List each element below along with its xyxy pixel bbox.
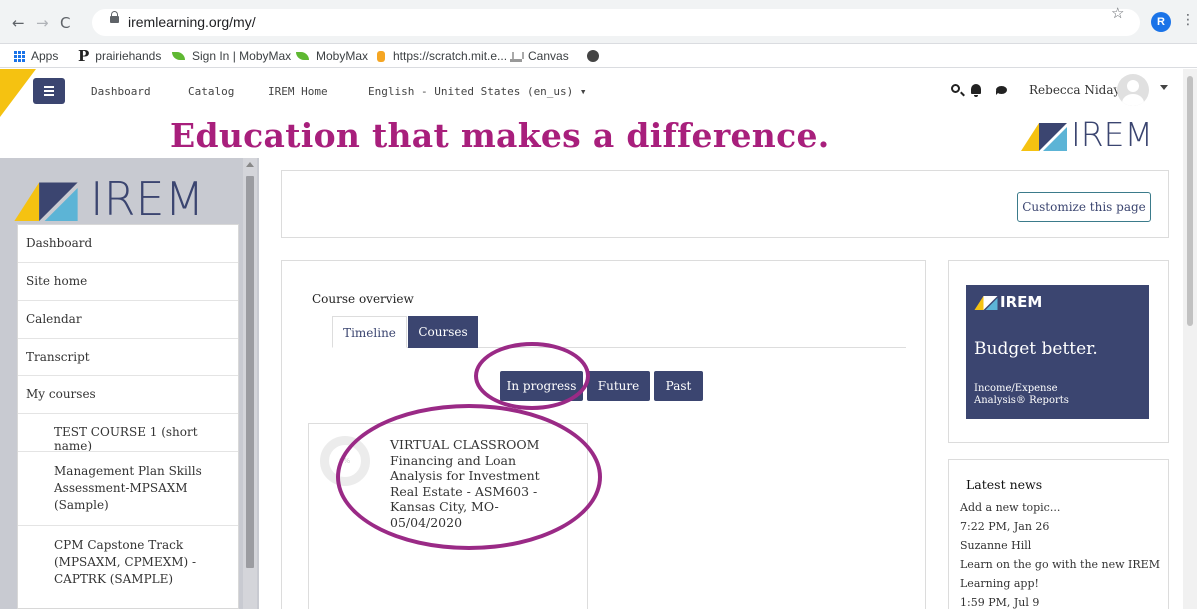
ad-subtext-line: Analysis® Reports [974,395,1069,406]
bookmark-star-icon[interactable]: ☆ [1111,4,1124,22]
news-author: Suzanne Hill [960,539,1032,552]
bookmark-label: MobyMax [316,49,369,63]
language-dropdown[interactable]: English - United States (en_us) ▾ [368,85,587,98]
irem-logo-mark-icon [14,182,78,221]
ad-headline: Budget better. [974,339,1098,359]
arrow-right-icon[interactable]: → [36,14,49,32]
page-scroll-thumb[interactable] [1187,76,1193,326]
logo-wordmark: IREM [90,172,205,226]
drawer-course-label: Management Plan Skills [54,464,202,478]
browser-toolbar: ← → C iremlearning.org/my/ ☆ R ⋮ [0,0,1197,44]
user-avatar[interactable] [1117,74,1149,106]
bookmark-mobymax[interactable]: MobyMax [296,49,368,63]
drawer-course-label: CAPTRK (SAMPLE) [54,572,174,586]
add-topic-link[interactable]: Add a new topic... [960,501,1060,514]
drawer-item-label: Dashboard [26,236,93,250]
prairiehands-icon: P [78,47,90,65]
bookmark-canvas[interactable]: Canvas [510,49,569,63]
news-timestamp: 1:59 PM, Jul 9 [960,596,1040,609]
nav-dashboard[interactable]: Dashboard [91,85,151,98]
bookmark-prairiehands[interactable]: P prairiehands [78,47,162,65]
drawer-item-label: My courses [26,387,96,401]
news-headline-link[interactable]: Learn on the go with the new IREM [960,558,1160,571]
user-name[interactable]: Rebecca Niday [1029,83,1120,97]
bookmark-label: Canvas [528,49,569,63]
drawer-item-course[interactable]: TEST COURSE 1 (short name) [18,413,238,453]
chevron-down-icon[interactable] [1160,85,1168,90]
latest-news-title: Latest news [966,477,1043,492]
decorative-corner [0,69,36,117]
bookmark-label: Apps [31,49,59,63]
scroll-up-arrow-icon[interactable] [246,162,254,167]
nav-catalog[interactable]: Catalog [188,85,234,98]
drawer-course-label: Assessment-MPSAXM [54,481,188,495]
globe-icon [587,50,599,62]
chat-icon[interactable] [996,86,1007,95]
tab-courses[interactable]: Courses [408,316,478,348]
banner-tagline: Education that makes a difference. [170,116,830,155]
ad-irem-logo: IREM [974,294,1042,310]
drawer-item-course[interactable]: CPM Capstone Track (MPSAXM, CPMEXM) - CA… [18,525,238,609]
bookmark-label: prairiehands [95,49,162,63]
bookmarks-bar: Apps P prairiehands Sign In | MobyMax Mo… [0,44,1197,68]
news-headline-link[interactable]: Learning app! [960,577,1039,590]
bookmark-apps[interactable]: Apps [14,49,58,63]
drawer-course-label: TEST COURSE 1 (short name) [54,425,198,453]
site-navbar: Dashboard Catalog IREM Home English - Un… [0,69,1197,113]
apps-grid-icon [14,50,25,62]
address-bar[interactable]: iremlearning.org/my/ [92,9,1140,36]
browser-menu-icon[interactable]: ⋮ [1181,12,1195,28]
irem-logo-mark-icon [974,296,998,310]
bell-icon[interactable] [971,84,981,97]
drawer-item-label: Calendar [26,312,82,326]
arrow-left-icon[interactable]: ← [12,14,25,32]
drawer-irem-logo[interactable]: IREM [8,176,204,222]
drawer-item-calendar[interactable]: Calendar [18,300,238,338]
mobymax-leaf-icon [172,52,185,60]
nav-irem-home[interactable]: IREM Home [268,85,328,98]
drawer-course-label: CPM Capstone Track [54,538,184,552]
drawer-item-my-courses[interactable]: My courses [18,375,238,413]
filter-future-button[interactable]: Future [587,371,650,401]
drawer-nav-list: Dashboard Site home Calendar Transcript … [17,224,239,609]
logo-wordmark: IREM [1000,292,1043,311]
annotation-circle-in-progress [474,342,590,410]
drawer-item-site-home[interactable]: Site home [18,262,238,300]
bookmark-label: Sign In | MobyMax [192,49,292,63]
canvas-icon [510,51,524,62]
address-url[interactable]: iremlearning.org/my/ [128,14,256,30]
bookmark-globe[interactable] [587,50,599,62]
filter-past-button[interactable]: Past [654,371,703,401]
annotation-circle-course [336,404,602,550]
mobymax-leaf-icon [296,52,309,60]
header-irem-logo[interactable]: IREM [1021,118,1153,151]
reload-icon[interactable]: C [60,14,70,32]
drawer-course-label: (MPSAXM, CPMEXM) - [54,555,197,569]
course-overview-title: Course overview [312,292,414,306]
drawer-item-course[interactable]: Management Plan Skills Assessment-MPSAXM… [18,451,238,525]
customize-page-button[interactable]: Customize this page [1017,192,1151,222]
hamburger-menu-button[interactable] [33,78,65,104]
tab-timeline[interactable]: Timeline [332,316,407,348]
ad-subtext: Income/Expense Analysis® Reports [974,383,1069,407]
profile-avatar[interactable]: R [1151,12,1171,32]
news-timestamp: 7:22 PM, Jan 26 [960,520,1050,533]
drawer-course-label: (Sample) [54,498,109,512]
scratch-icon [377,50,385,62]
drawer-item-label: Site home [26,274,88,288]
search-icon[interactable] [951,84,960,93]
drawer-item-transcript[interactable]: Transcript [18,338,238,375]
ad-subtext-line: Income/Expense [974,383,1058,394]
budget-better-ad[interactable]: IREM Budget better. Income/Expense Analy… [966,285,1149,419]
drawer-item-dashboard[interactable]: Dashboard [18,225,238,262]
bookmark-label: https://scratch.mit.e... [393,49,508,63]
lock-icon [110,11,119,23]
drawer-scroll-thumb[interactable] [246,176,254,568]
bookmark-scratch[interactable]: https://scratch.mit.e... [377,49,507,63]
logo-wordmark: IREM [1071,115,1153,154]
bookmark-mobymax-signin[interactable]: Sign In | MobyMax [172,49,291,63]
irem-logo-mark-icon [1021,122,1067,151]
drawer-item-label: Transcript [26,350,90,364]
